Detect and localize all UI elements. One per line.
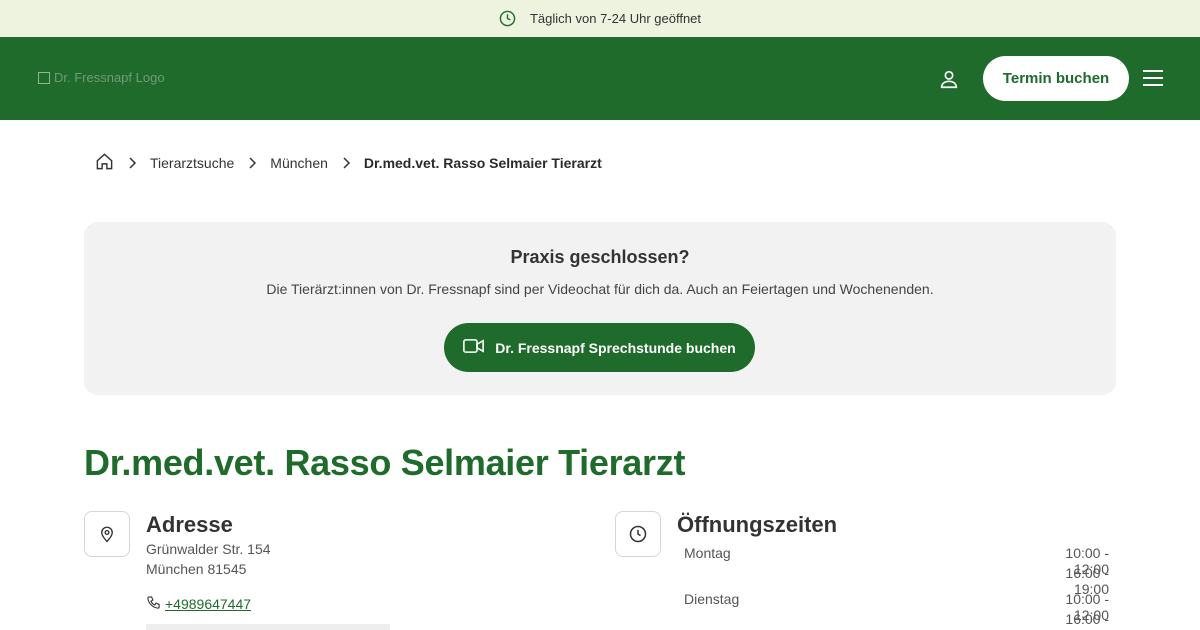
- page-title: Dr.med.vet. Rasso Selmaier Tierarzt: [84, 442, 686, 483]
- video-button-label: Dr. Fressnapf Sprechstunde buchen: [495, 339, 736, 356]
- clock-icon: [615, 511, 661, 557]
- top-info-bar: Täglich von 7-24 Uhr geöffnet: [0, 0, 1200, 37]
- hours-time-tuesday-2: 16:00 - 19:00: [1065, 611, 1109, 630]
- map-placeholder: [146, 624, 390, 630]
- chevron-right-icon: [127, 157, 137, 169]
- opening-hours-notice: Täglich von 7-24 Uhr geöffnet: [529, 11, 702, 26]
- location-pin-icon: [84, 511, 130, 557]
- phone-link-row: +4989647447: [146, 595, 251, 613]
- chevron-right-icon: [341, 157, 351, 169]
- site-logo[interactable]: Dr. Fressnapf Logo: [38, 70, 165, 85]
- book-appointment-button[interactable]: Termin buchen: [983, 56, 1129, 101]
- hamburger-menu-icon[interactable]: [1142, 68, 1164, 88]
- opening-hours-heading: Öffnungszeiten: [677, 512, 838, 537]
- breadcrumb-item-tierarztsuche[interactable]: Tierarztsuche: [150, 155, 234, 171]
- broken-image-icon: [38, 71, 50, 84]
- breadcrumb-current: Dr.med.vet. Rasso Selmaier Tierarzt: [363, 155, 602, 171]
- logo-alt-text: Dr. Fressnapf Logo: [54, 70, 165, 85]
- breadcrumb: Tierarztsuche München Dr.med.vet. Rasso …: [95, 150, 602, 176]
- hours-day-monday: Montag: [684, 545, 731, 561]
- address-heading: Adresse: [146, 512, 233, 537]
- user-icon[interactable]: [938, 68, 960, 90]
- hours-day-tuesday: Dienstag: [684, 591, 740, 607]
- breadcrumb-item-muenchen[interactable]: München: [270, 155, 328, 171]
- book-video-consultation-button[interactable]: Dr. Fressnapf Sprechstunde buchen: [444, 323, 755, 372]
- address-street: Grünwalder Str. 154: [146, 541, 271, 557]
- phone-link[interactable]: +4989647447: [165, 596, 251, 612]
- notice-title: Praxis geschlossen?: [510, 247, 690, 267]
- clock-icon: [499, 10, 516, 27]
- address-city: München 81545: [146, 561, 247, 577]
- notice-text: Die Tierärzt:innen von Dr. Fressnapf sin…: [266, 281, 934, 297]
- home-icon[interactable]: [95, 152, 114, 174]
- video-camera-icon: [463, 338, 485, 357]
- practice-closed-notice: Praxis geschlossen? Die Tierärzt:innen v…: [84, 222, 1116, 395]
- phone-icon: [146, 595, 161, 613]
- site-header: Dr. Fressnapf Logo Termin buchen: [0, 37, 1200, 120]
- chevron-right-icon: [247, 157, 257, 169]
